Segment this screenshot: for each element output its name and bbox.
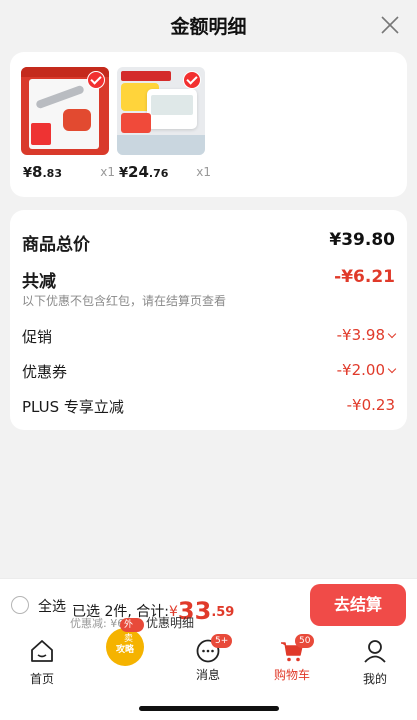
select-all-label[interactable]: 全选 (38, 596, 66, 616)
selected-check-icon[interactable] (183, 71, 201, 89)
total-price-value: ¥39.80 (329, 230, 395, 250)
tab-home-label: 首页 (29, 672, 54, 686)
coupon-value: -¥2.00 (337, 361, 397, 379)
select-all-radio[interactable] (11, 596, 29, 614)
chevron-down-icon (387, 329, 397, 339)
promotion-label: 促销 (22, 328, 53, 346)
product-item[interactable]: ¥24.76 x1 (117, 67, 211, 185)
price-summary-card: 商品总价 ¥39.80 共减 -¥6.21 以下优惠不包含红包，请在结算页查看 … (10, 210, 407, 430)
total-price-label: 商品总价 (22, 235, 90, 255)
product-price: ¥8.83 (23, 163, 62, 181)
promo-tab[interactable]: 攻略 外卖 (104, 618, 144, 670)
tab-cart-label: 购物车 (273, 668, 310, 682)
home-icon (31, 640, 53, 662)
total-discount-label: 共减 (22, 272, 56, 292)
tab-messages[interactable]: 5+ 消息 (178, 634, 238, 683)
product-image[interactable] (21, 67, 109, 155)
selected-check-icon[interactable] (87, 71, 105, 89)
plus-discount-label: PLUS 专享立减 (22, 398, 124, 416)
products-card: ¥8.83 x1 ¥24.76 x1 (10, 52, 407, 197)
home-indicator (139, 706, 279, 711)
tab-mine[interactable]: 我的 (345, 638, 405, 687)
tab-cart[interactable]: 50 购物车 (262, 634, 322, 683)
promo-tag: 外卖 (120, 618, 144, 644)
discount-detail-link[interactable]: 优惠明细 (146, 614, 194, 631)
page-title: 金额明细 (170, 16, 247, 38)
header: 金额明细 (0, 0, 417, 50)
checkout-bar: 全选 已选 2件, 合计:¥33.59 优惠减: ¥6.21 优惠明细 去结算 (0, 578, 417, 632)
product-item[interactable]: ¥8.83 x1 (21, 67, 115, 185)
cart-badge: 50 (295, 634, 315, 648)
chevron-down-icon (387, 364, 397, 374)
tab-mine-label: 我的 (362, 672, 387, 686)
plus-discount-value: -¥0.23 (346, 396, 395, 414)
total-discount-value: -¥6.21 (334, 267, 395, 287)
messages-badge: 5+ (211, 634, 233, 648)
checkout-button[interactable]: 去结算 (310, 584, 406, 626)
product-price: ¥24.76 (119, 163, 169, 181)
discount-note: 以下优惠不包含红包，请在结算页查看 (22, 294, 227, 308)
promotion-value: -¥3.98 (337, 326, 397, 344)
tab-messages-label: 消息 (195, 668, 220, 682)
tab-home[interactable]: 首页 (12, 638, 72, 687)
user-icon (364, 640, 386, 663)
close-icon[interactable] (379, 14, 401, 36)
coupon-label: 优惠券 (22, 363, 68, 381)
product-quantity: x1 (100, 165, 115, 179)
product-image[interactable] (117, 67, 205, 155)
product-quantity: x1 (196, 165, 211, 179)
